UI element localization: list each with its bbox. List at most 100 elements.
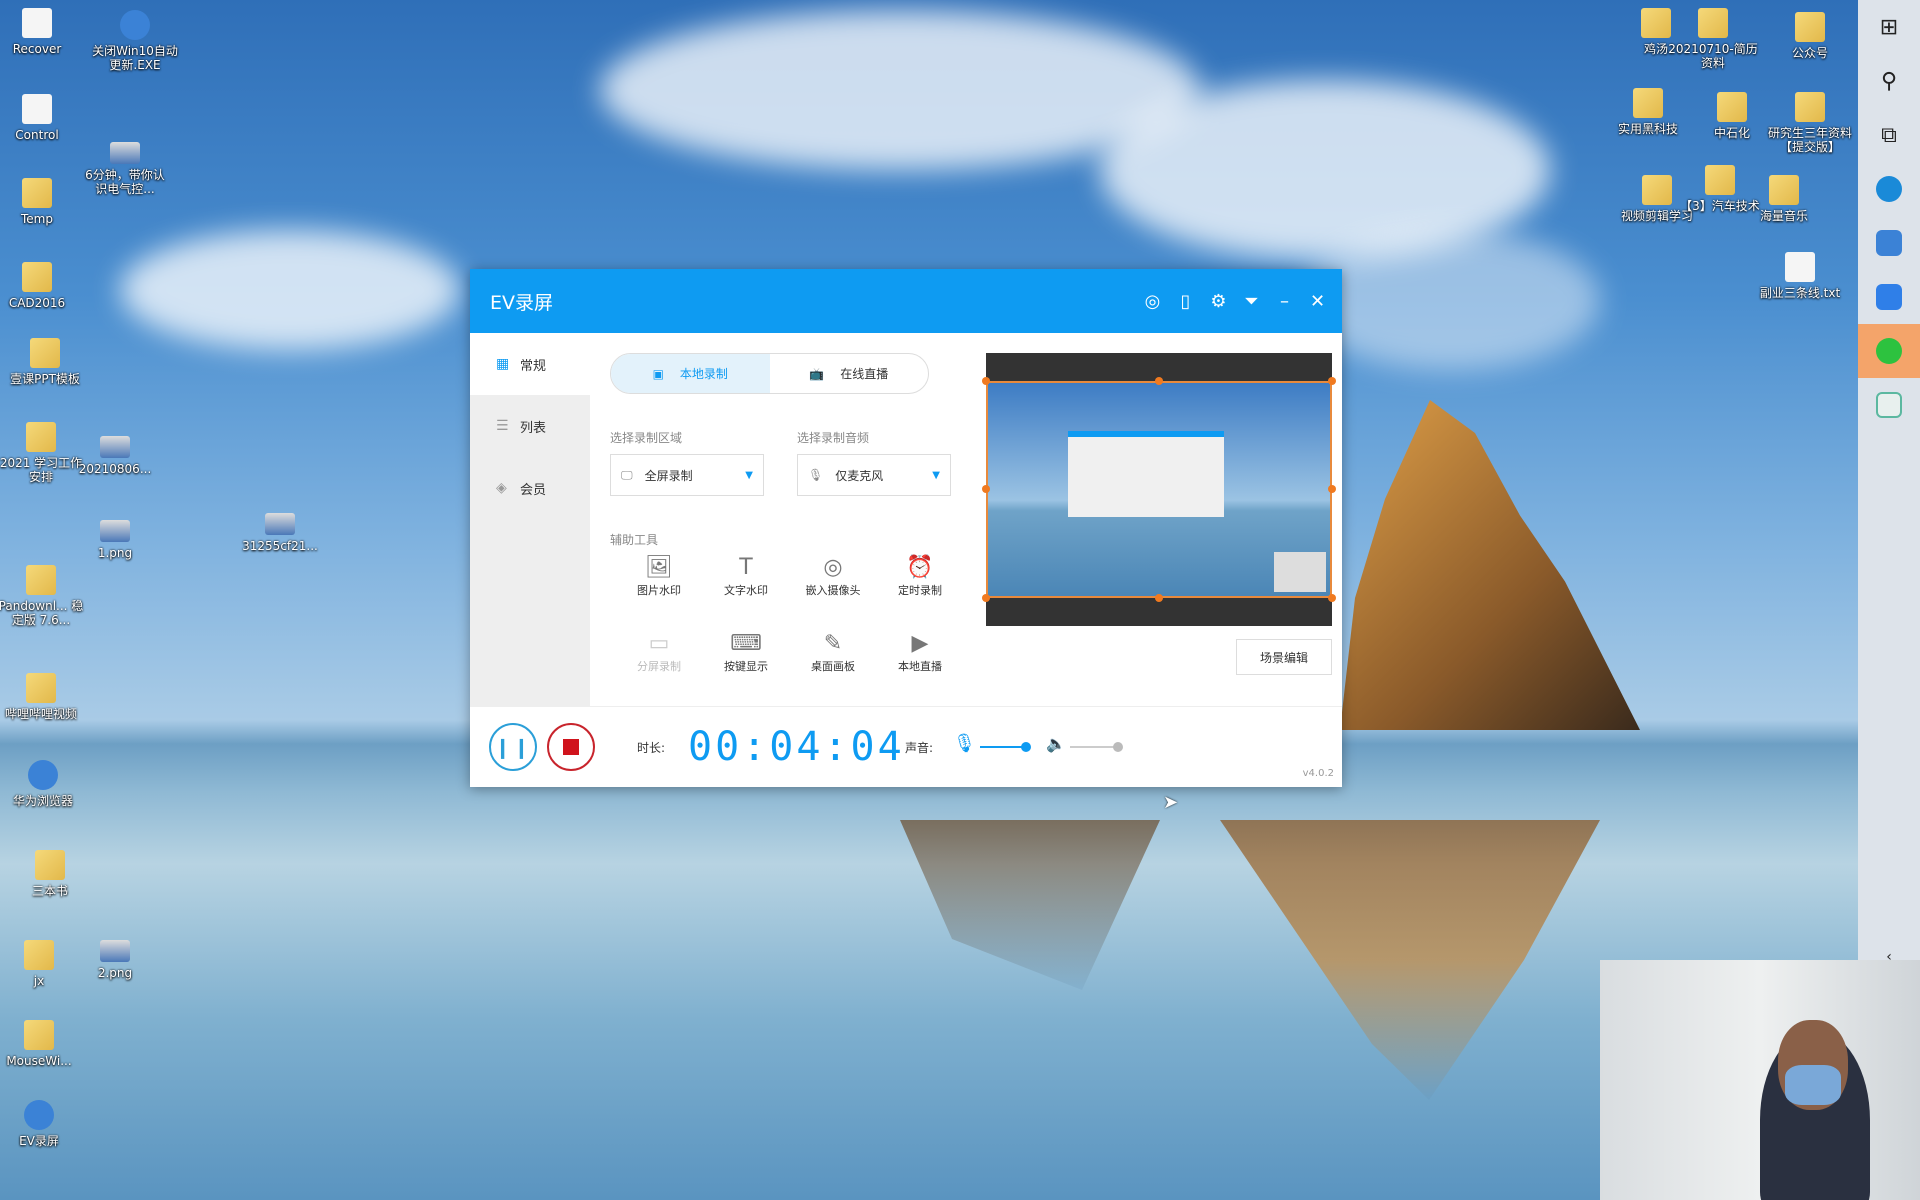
recycle-bin-icon	[22, 8, 52, 38]
menu-dropdown-icon[interactable]: ⏷	[1235, 291, 1268, 312]
minimize-icon[interactable]: –	[1268, 291, 1301, 312]
tab-live-stream[interactable]: 📺 在线直播	[770, 354, 929, 393]
desktop-icon[interactable]: 实用黑科技	[1603, 88, 1693, 136]
control-panel-icon	[22, 94, 52, 124]
app-title: EV录屏	[490, 291, 554, 314]
tool-embed-camera[interactable]: ◎ 嵌入摄像头	[793, 554, 873, 598]
desktop-icon[interactable]: 三本书	[5, 850, 95, 898]
search-icon[interactable]: ⚲	[1858, 54, 1920, 108]
desktop-icon[interactable]: 1.png	[70, 512, 160, 560]
folder-icon	[1633, 88, 1663, 118]
desktop-icon[interactable]: 20210710-简历资料	[1668, 8, 1758, 70]
alarm-clock-icon: ⏰	[906, 555, 934, 580]
slider-thumb[interactable]	[1113, 742, 1123, 752]
pause-button[interactable]: ❙❙	[489, 723, 537, 771]
sidebar-item-list[interactable]: ☰ 列表	[470, 395, 590, 457]
record-audio-select[interactable]: 🎙 仅麦克风 ▼	[797, 454, 951, 496]
windows-start-icon[interactable]: ⊞	[1858, 0, 1920, 54]
speaker-volume-slider[interactable]	[1070, 742, 1123, 752]
desktop-icon[interactable]: Temp	[0, 178, 82, 226]
text-icon: T	[739, 555, 753, 580]
text-file-icon	[1785, 252, 1815, 282]
desktop-icon[interactable]: 31255cf21...	[235, 505, 325, 553]
huawei-browser-icon[interactable]	[1858, 216, 1920, 270]
split-screen-icon: ▭	[648, 631, 670, 656]
list-icon: ☰	[496, 418, 509, 434]
folder-icon	[1641, 8, 1671, 38]
close-icon[interactable]: ✕	[1301, 291, 1334, 312]
desktop-icon[interactable]: 20210806...	[70, 428, 160, 476]
stop-button[interactable]	[547, 723, 595, 771]
tool-image-watermark[interactable]: 🖼 图片水印	[619, 554, 699, 598]
wechat-icon[interactable]	[1858, 324, 1920, 378]
desktop-icon[interactable]: 哔哩哔哩视频	[0, 673, 86, 721]
desktop-icon[interactable]: 海量音乐	[1739, 175, 1829, 223]
stop-icon	[563, 739, 579, 755]
tool-text-watermark[interactable]: T 文字水印	[706, 554, 786, 598]
resize-handle[interactable]	[1328, 377, 1336, 385]
rock-reflection	[1220, 820, 1600, 1100]
desktop-icon[interactable]: 副业三条线.txt	[1755, 252, 1845, 300]
video-file-icon	[110, 142, 140, 164]
tab-local-record[interactable]: ▣ 本地录制	[611, 354, 770, 393]
desktop-icon[interactable]: 关闭Win10自动更新.EXE	[90, 10, 180, 72]
play-screen-icon: ▶	[911, 631, 929, 656]
record-area-select[interactable]: 🖵 全屏录制 ▼	[610, 454, 764, 496]
task-view-icon[interactable]: ⧉	[1858, 108, 1920, 162]
resize-handle[interactable]	[1155, 594, 1163, 602]
tool-local-live[interactable]: ▶ 本地直播	[880, 630, 960, 674]
desktop-icon[interactable]: EV录屏	[0, 1100, 84, 1148]
webcam-overlay	[1600, 960, 1920, 1200]
edge-icon[interactable]	[1858, 162, 1920, 216]
tool-key-display[interactable]: ⌨ 按键显示	[706, 630, 786, 674]
user-icon[interactable]: ◎	[1136, 291, 1169, 312]
desktop-icon[interactable]: 中石化	[1687, 92, 1777, 140]
desktop-icon[interactable]: Pandownl... 稳定版 7.6...	[0, 565, 86, 627]
image-file-icon	[100, 520, 130, 542]
sidebar-item-member[interactable]: ◈ 会员	[470, 457, 590, 519]
tools-label: 辅助工具	[610, 533, 659, 547]
desktop-icon[interactable]: 华为浏览器	[0, 760, 88, 808]
folder-icon	[22, 178, 52, 208]
resize-handle[interactable]	[982, 485, 990, 493]
tv-icon: 📺	[809, 366, 825, 381]
app-icon[interactable]	[1858, 378, 1920, 432]
diamond-icon: ◈	[496, 480, 507, 496]
desktop-icon[interactable]: 2.png	[70, 932, 160, 980]
resize-handle[interactable]	[1328, 485, 1336, 493]
speaker-icon[interactable]: 🔈	[1046, 734, 1066, 753]
desktop-icon[interactable]: Control	[0, 94, 82, 142]
tool-scheduled-record[interactable]: ⏰ 定时录制	[880, 554, 960, 598]
desktop-icon[interactable]: Recover	[0, 8, 82, 56]
resize-handle[interactable]	[1328, 594, 1336, 602]
sidebar-item-general[interactable]: ▦ 常规	[470, 333, 590, 395]
huawei-browser-icon	[28, 760, 58, 790]
tool-split-screen[interactable]: ▭ 分屏录制	[619, 630, 699, 674]
folder-icon	[1717, 92, 1747, 122]
resize-handle[interactable]	[982, 377, 990, 385]
gear-icon[interactable]: ⚙	[1202, 291, 1235, 312]
slider-thumb[interactable]	[1021, 742, 1031, 752]
desktop-icon[interactable]: CAD2016	[0, 262, 82, 310]
resize-handle[interactable]	[982, 594, 990, 602]
folder-icon	[1705, 165, 1735, 195]
folder-icon	[26, 422, 56, 452]
folder-icon	[1795, 92, 1825, 122]
webcam-icon: ◎	[823, 555, 843, 580]
microphone-icon[interactable]: 🎙	[953, 733, 976, 754]
desktop-icon[interactable]: MouseWi...	[0, 1020, 84, 1068]
desktop-icon[interactable]: 壹课PPT模板	[0, 338, 90, 386]
microphone-icon: 🎙	[808, 468, 824, 482]
desktop-icon[interactable]: 公众号	[1765, 12, 1855, 60]
feishu-icon[interactable]	[1858, 270, 1920, 324]
mobile-icon[interactable]: ▯	[1169, 291, 1202, 312]
mic-volume-slider[interactable]	[980, 742, 1031, 752]
scene-edit-button[interactable]: 场景编辑	[1236, 639, 1332, 675]
image-icon: 🖼	[645, 555, 673, 580]
folder-icon	[30, 338, 60, 368]
desktop-icon[interactable]: 6分钟，带你认识电气控...	[80, 134, 170, 196]
recording-preview[interactable]	[982, 353, 1336, 626]
desktop-icon[interactable]: 研究生三年资料【提交版】	[1765, 92, 1855, 154]
tool-desktop-whiteboard[interactable]: ✎ 桌面画板	[793, 630, 873, 674]
resize-handle[interactable]	[1155, 377, 1163, 385]
